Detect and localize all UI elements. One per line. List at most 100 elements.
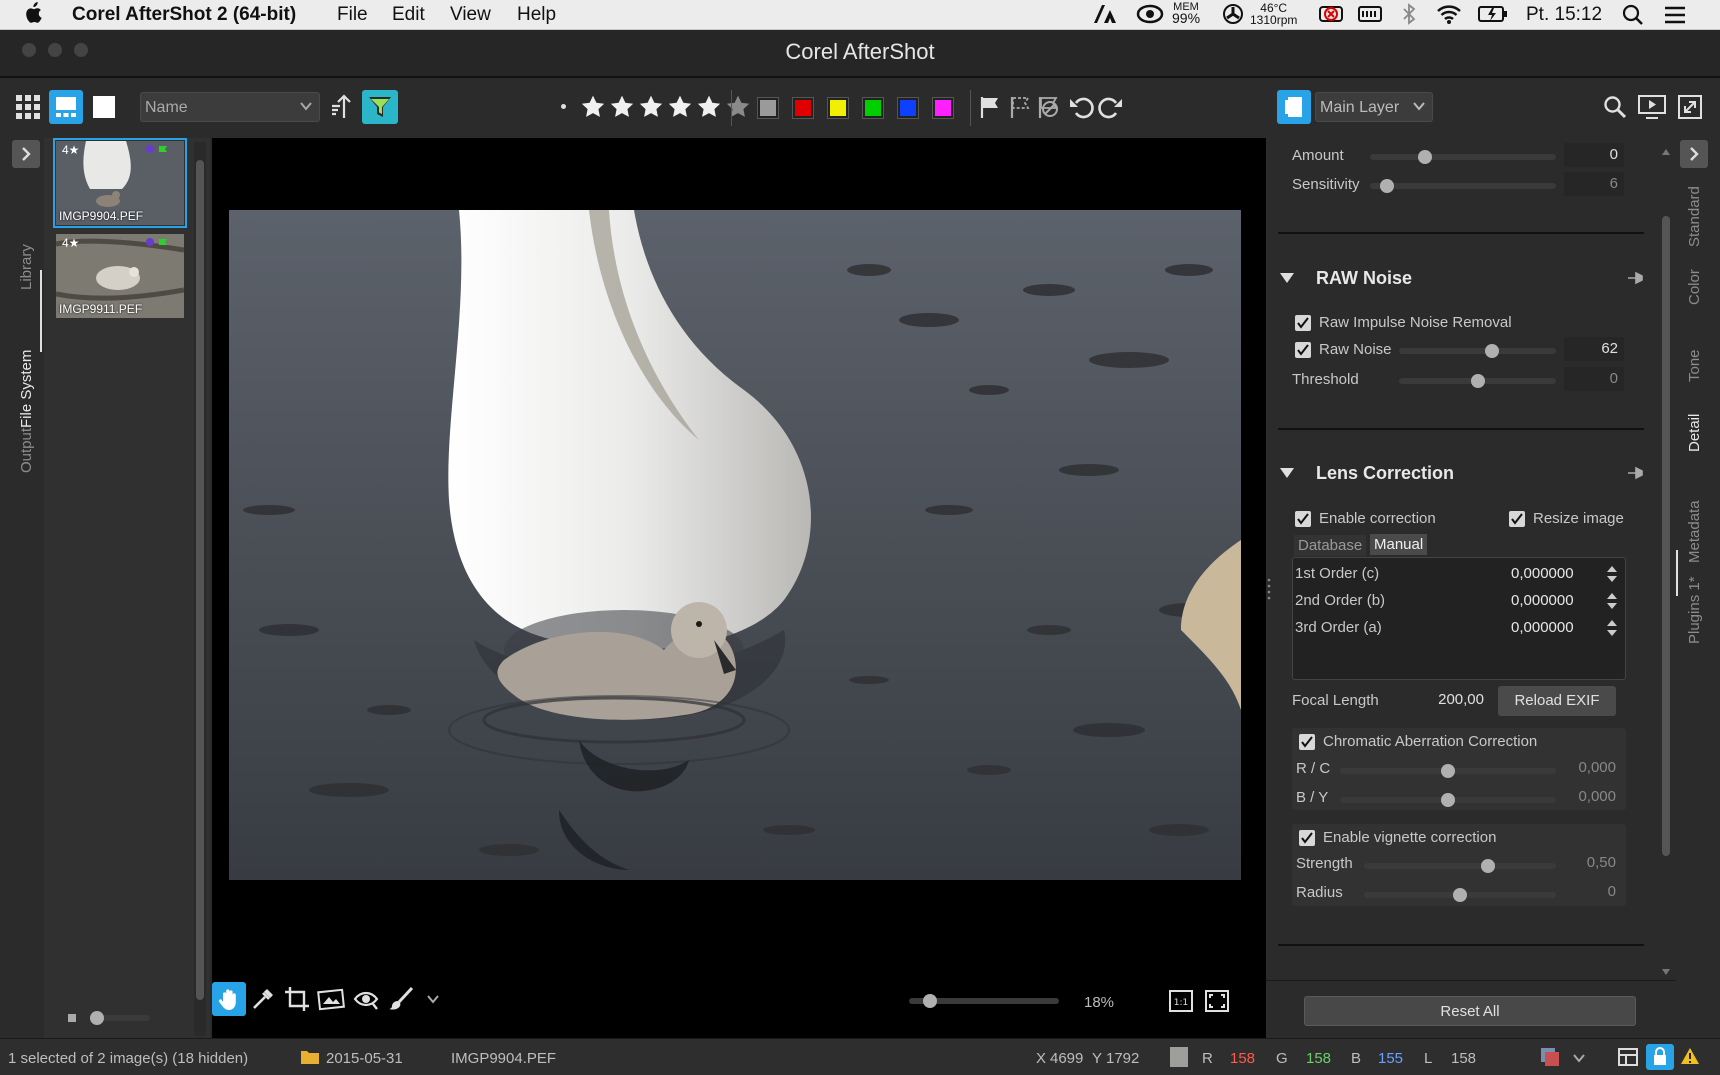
order-value[interactable]: 0,000000 [1511,592,1574,609]
slider-knob[interactable] [90,1011,104,1025]
threshold-value[interactable]: 0 [1564,367,1624,391]
resize-image-checkbox[interactable] [1509,511,1525,527]
rating-filter[interactable] [580,94,751,120]
color-label-green[interactable] [862,97,884,119]
brush-icon[interactable] [388,986,414,1012]
spinner-arrows-icon[interactable] [1605,591,1619,611]
memory-monitor[interactable]: MEM 99% [1172,2,1200,26]
color-label-gray[interactable] [757,97,779,119]
slider-knob[interactable] [1418,150,1432,164]
raw-noise-header[interactable]: RAW Noise [1316,268,1412,289]
tab-standard[interactable]: Standard [1686,186,1703,247]
rotate-left-icon[interactable] [1068,95,1094,119]
thumbnail-item[interactable]: 4★ IMGP9911.PEF [56,234,184,318]
panel-scrollbar[interactable] [1660,146,1672,996]
chevron-down-icon[interactable] [1572,1051,1586,1065]
slideshow-icon[interactable] [1638,94,1666,120]
thumbnail-size-small-icon[interactable] [66,1012,78,1024]
tab-plugins[interactable]: Plugins 1* [1686,576,1703,644]
vignette-checkbox[interactable] [1299,830,1315,846]
rotate-right-icon[interactable] [1098,95,1124,119]
zoom-100-icon[interactable]: 1:1 [1169,990,1193,1012]
tab-file-system[interactable]: File System [18,350,35,428]
raw-noise-checkbox[interactable] [1295,342,1311,358]
zoom-slider[interactable] [909,994,1059,1008]
flag-unflag-icon[interactable] [1008,95,1032,119]
menu-view[interactable]: View [450,4,491,26]
fit-to-window-icon[interactable] [1205,990,1229,1012]
straighten-icon[interactable] [317,986,345,1012]
sort-select[interactable]: Name [140,92,320,122]
slider-knob[interactable] [1481,859,1495,873]
tab-metadata[interactable]: Metadata [1686,500,1703,563]
app-menu[interactable]: Corel AfterShot 2 (64-bit) [72,4,296,26]
slider-knob[interactable] [1453,888,1467,902]
layer-select[interactable]: Main Layer [1315,92,1433,122]
strength-value[interactable]: 0,50 [1562,851,1622,875]
layers-button[interactable] [1277,90,1311,124]
tab-output[interactable]: Output [18,428,35,473]
rc-slider[interactable] [1340,764,1556,778]
color-label-yellow[interactable] [827,97,849,119]
filter-button[interactable] [362,90,398,124]
flag-reject-icon[interactable] [1036,95,1060,119]
scrollbar-thumb[interactable] [1662,216,1670,856]
radius-slider[interactable] [1364,888,1556,902]
menu-help[interactable]: Help [517,4,556,26]
slider-knob[interactable] [1380,179,1394,193]
thumbnail-scrollbar[interactable] [194,142,206,1036]
bluetooth-icon[interactable] [1402,3,1416,25]
thumbnail-size-slider[interactable] [90,1011,150,1025]
lens-correction-header[interactable]: Lens Correction [1316,463,1454,484]
color-label-blue[interactable] [897,97,919,119]
threshold-slider[interactable] [1399,374,1556,388]
slider-knob[interactable] [1471,374,1485,388]
single-view-icon[interactable] [93,96,115,118]
disk-alert-icon[interactable] [1318,3,1346,25]
expand-left-panel-button[interactable] [12,140,40,168]
tab-database[interactable]: Database [1294,535,1367,556]
lock-button[interactable] [1646,1044,1674,1070]
by-value[interactable]: 0,000 [1562,785,1622,809]
crop-icon[interactable] [284,986,310,1012]
fan-icon[interactable] [1222,3,1244,25]
wifi-icon[interactable] [1436,3,1462,25]
notification-center-icon[interactable] [1664,5,1686,25]
raw-noise-value[interactable]: 62 [1564,337,1624,361]
tab-library[interactable]: Library [18,244,35,290]
order-value[interactable]: 0,000000 [1511,619,1574,636]
red-eye-icon[interactable] [353,987,379,1011]
raw-impulse-checkbox[interactable] [1295,315,1311,331]
color-management-icon[interactable] [1540,1047,1560,1067]
clear-rating-dot[interactable] [561,104,566,109]
collapse-triangle-icon[interactable] [1280,272,1294,284]
by-slider[interactable] [1340,793,1556,807]
rating-star-icon[interactable] [580,94,606,120]
color-label-red[interactable] [792,97,814,119]
filmstrip-view-button[interactable] [49,90,83,124]
pin-icon[interactable] [1626,270,1644,286]
adobe-icon[interactable] [1093,3,1119,25]
spinner-arrows-icon[interactable] [1605,618,1619,638]
menu-edit[interactable]: Edit [392,4,425,26]
color-label-magenta[interactable] [932,97,954,119]
search-icon[interactable] [1603,95,1627,119]
flag-pick-icon[interactable] [978,95,1002,119]
expand-right-panel-button[interactable] [1680,140,1708,168]
photo-preview[interactable] [229,210,1241,880]
reload-exif-button[interactable]: Reload EXIF [1498,686,1616,716]
grid-view-icon[interactable] [16,95,40,119]
chevron-down-icon[interactable] [426,992,440,1006]
slider-knob[interactable] [1485,344,1499,358]
tab-manual[interactable]: Manual [1370,534,1428,555]
panel-resize-handle[interactable] [1267,576,1271,602]
slider-knob[interactable] [1441,764,1455,778]
battery-icon[interactable] [1478,4,1508,24]
pan-tool-button[interactable] [212,982,246,1016]
rating-star-icon[interactable] [667,94,693,120]
chromatic-aberration-checkbox[interactable] [1299,734,1315,750]
focal-length-value[interactable]: 200,00 [1416,688,1490,712]
apple-icon[interactable] [24,2,42,24]
enable-correction-checkbox[interactable] [1295,511,1311,527]
radius-value[interactable]: 0 [1562,880,1622,904]
